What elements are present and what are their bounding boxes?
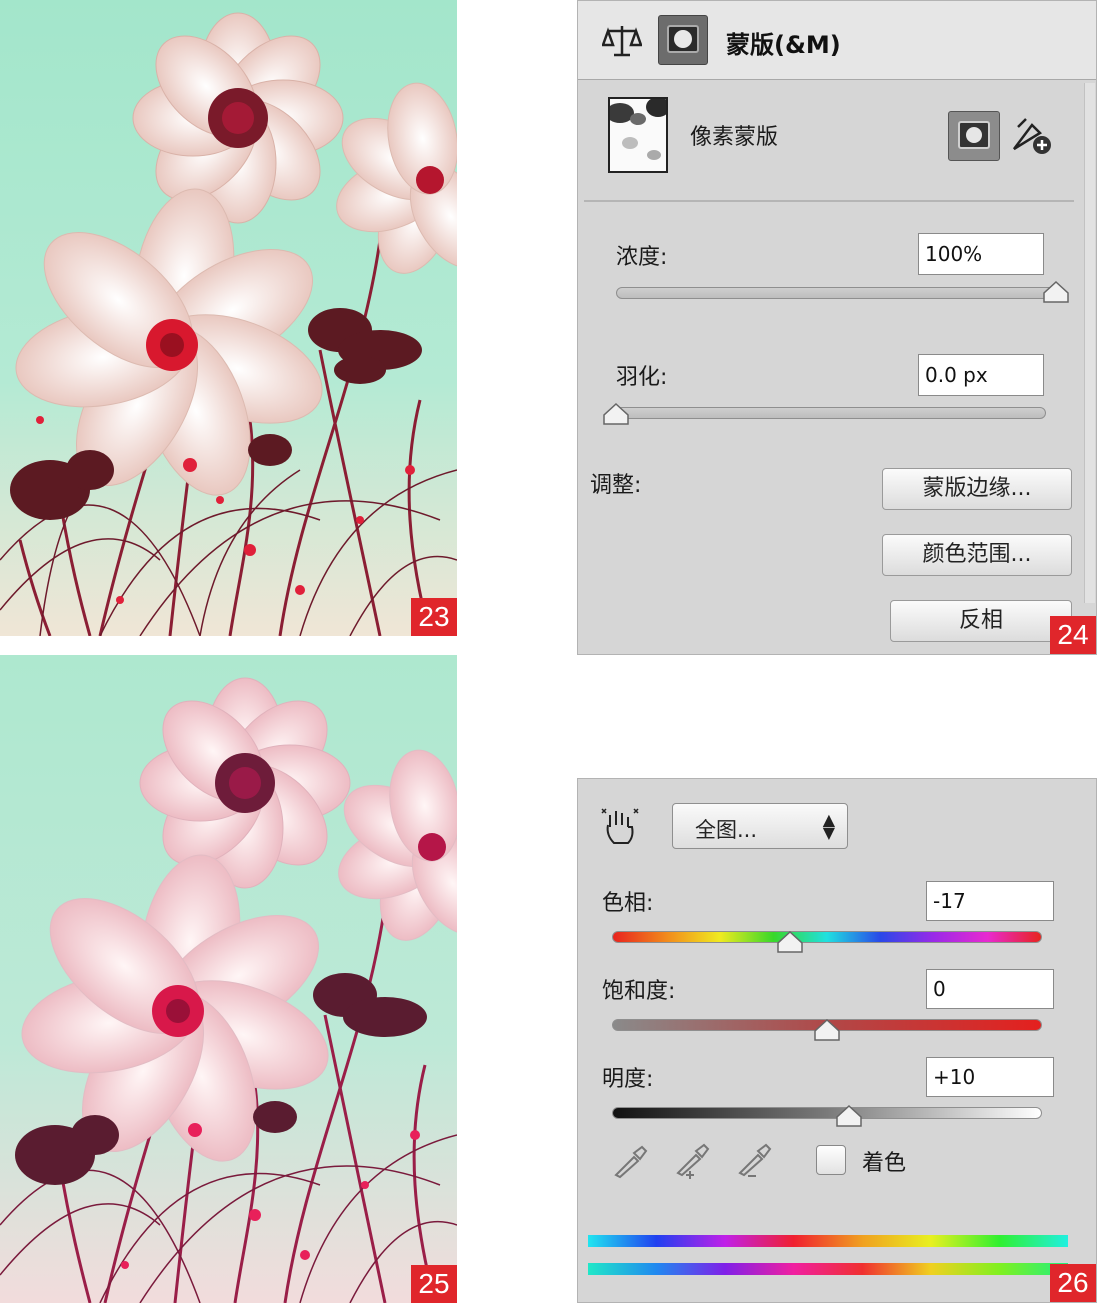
updown-arrows-icon: ▲ ▼	[822, 810, 835, 842]
pixel-mask-button[interactable]	[948, 111, 1000, 161]
lightness-slider-thumb[interactable]	[835, 1105, 862, 1127]
panel-title: 蒙版(&M)	[726, 31, 841, 59]
invert-button[interactable]: 反相	[890, 600, 1072, 642]
color-range-button[interactable]: 颜色范围...	[882, 534, 1072, 576]
hue-slider-thumb[interactable]	[777, 931, 804, 953]
targeted-adjustment-hand-icon[interactable]	[598, 805, 642, 849]
hue-input[interactable]: -17	[926, 881, 1054, 921]
density-slider-thumb[interactable]	[1043, 281, 1069, 303]
eyedropper-subtract-icon[interactable]	[736, 1143, 774, 1179]
hue-saturation-panel: 全图... ▲ ▼ 色相: -17 饱和度: 0 明度: +10 着色 26	[577, 778, 1097, 1303]
saturation-input[interactable]: 0	[926, 969, 1054, 1009]
figure-number-badge: 23	[411, 598, 457, 636]
output-spectrum-bar	[588, 1263, 1068, 1275]
input-spectrum-bar	[588, 1235, 1068, 1247]
feather-slider-thumb[interactable]	[603, 403, 629, 425]
figure-number-badge: 26	[1050, 1264, 1096, 1302]
balance-scale-icon[interactable]	[602, 23, 642, 59]
feather-slider-track[interactable]	[616, 407, 1046, 419]
masks-panel: 蒙版(&M) 像素蒙版 浓度: 100% 羽化: 0.0 px 调整: 蒙版边缘…	[577, 0, 1097, 655]
lightness-label: 明度:	[602, 1067, 654, 1092]
mask-edge-button[interactable]: 蒙版边缘...	[882, 468, 1072, 510]
refine-label: 调整:	[590, 473, 642, 498]
mask-thumbnail[interactable]	[608, 97, 668, 173]
preset-dropdown-value: 全图...	[695, 818, 758, 842]
eyedropper-add-icon[interactable]	[674, 1143, 712, 1179]
photo-figure-23: 23	[0, 0, 457, 636]
figure-number-badge: 25	[411, 1265, 457, 1303]
lightness-slider-track[interactable]	[612, 1107, 1042, 1119]
hue-label: 色相:	[602, 891, 654, 916]
mask-type-label: 像素蒙版	[690, 125, 779, 150]
hue-slider-track[interactable]	[612, 931, 1042, 943]
vector-mask-add-icon[interactable]	[1010, 115, 1054, 157]
density-input[interactable]: 100%	[918, 233, 1044, 275]
panel-header: 蒙版(&M)	[578, 1, 1096, 80]
feather-label: 羽化:	[616, 365, 668, 390]
eyedropper-icon[interactable]	[612, 1143, 650, 1179]
figure-number-badge: 24	[1050, 616, 1096, 654]
divider	[584, 200, 1074, 202]
preset-dropdown[interactable]: 全图... ▲ ▼	[672, 803, 848, 849]
saturation-label: 饱和度:	[602, 979, 676, 1004]
panel-scrollbar[interactable]	[1084, 83, 1095, 603]
layer-mask-icon[interactable]	[658, 15, 708, 65]
colorize-label: 着色	[862, 1151, 907, 1176]
colorize-checkbox[interactable]	[816, 1145, 846, 1175]
feather-input[interactable]: 0.0 px	[918, 354, 1044, 396]
photo-figure-25: 25	[0, 655, 457, 1303]
lightness-input[interactable]: +10	[926, 1057, 1054, 1097]
density-label: 浓度:	[616, 245, 668, 270]
density-slider-track[interactable]	[616, 287, 1056, 299]
saturation-slider-thumb[interactable]	[814, 1019, 840, 1041]
